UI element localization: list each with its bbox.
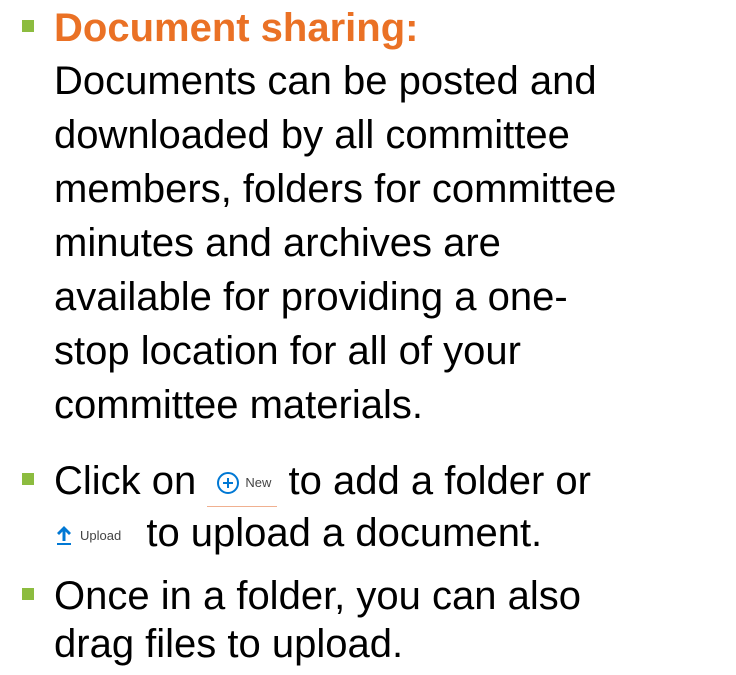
new-button[interactable]: New [207,460,278,507]
bullet-marker [22,20,34,32]
bullet-text-line: stop location for all of your [54,329,521,373]
plus-circle-icon [217,471,240,494]
bullet-text-line: Documents can be posted and [54,59,597,103]
upload-button[interactable]: Upload [52,520,123,550]
add-folder-text: to add a folder or [288,459,591,503]
bullet-text-line: members, folders for committee [54,167,617,211]
bullet-text-line: downloaded by all committee [54,113,570,157]
bullet-text-line: committee materials. [54,383,423,427]
bullet-text-line: Click on New to add a folder or [54,458,591,507]
upload-button-label: Upload [80,527,122,543]
bullet-text-line: Once in a folder, you can also [54,574,581,618]
bullet-marker [22,473,34,485]
bullet-text-line: minutes and archives are [54,221,501,265]
bullet-heading: Document sharing: [54,6,419,50]
click-on-text: Click on [54,459,197,503]
bullet-marker [22,588,34,600]
bullet-text-line: drag files to upload. [54,622,404,666]
upload-document-text: to upload a document. [146,511,543,555]
new-button-label: New [245,475,272,491]
upload-arrow-icon [57,526,71,546]
bullet-text-line: Upload to upload a document. [52,510,542,557]
bullet-text-line: available for providing a one- [54,275,568,319]
